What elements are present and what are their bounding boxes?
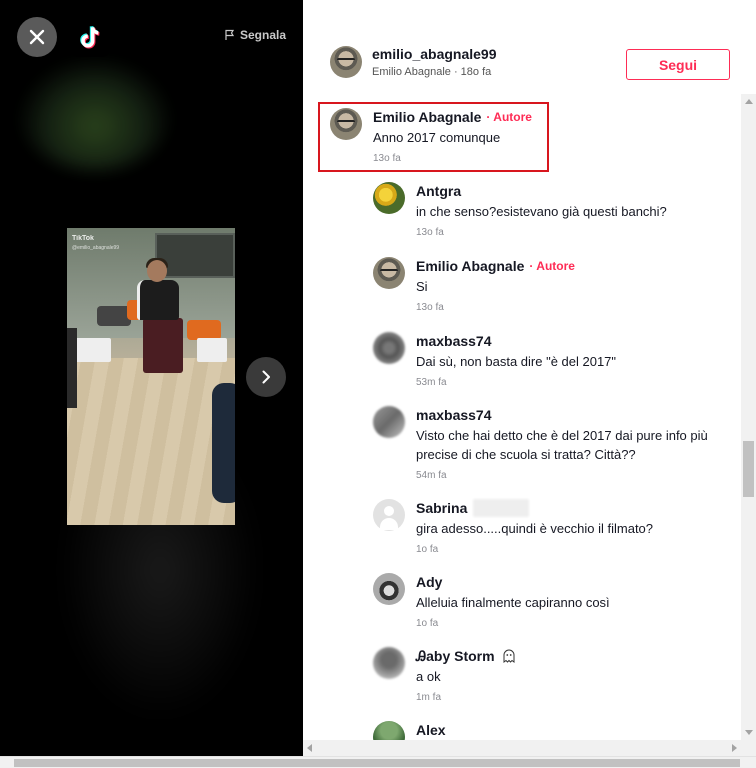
desk (197, 338, 227, 362)
commenter-name[interactable]: maxbass74 (416, 333, 492, 349)
scroll-up-arrow-icon[interactable] (745, 99, 753, 104)
desk (75, 338, 111, 362)
next-video-button[interactable] (246, 357, 286, 397)
blurred-surname (473, 499, 530, 517)
author-username[interactable]: emilio_abagnale99 (372, 46, 497, 62)
comment-reply: Sabrina gira adesso.....quindi è vecchio… (373, 499, 653, 555)
video-watermark-user: @emilio_abagnale99 (72, 245, 120, 251)
comment-reply: Ady Alleluia finalmente capiranno così 1… (373, 573, 610, 629)
chevron-right-icon (262, 370, 270, 384)
person-left-edge (67, 328, 77, 408)
commenter-name[interactable]: Ꭿaby Storm (416, 648, 495, 665)
scrollbar-corner (741, 740, 756, 756)
author-avatar[interactable] (330, 46, 362, 78)
video-watermark-brand: TikTok (72, 235, 94, 242)
tiktok-logo-icon[interactable] (70, 17, 110, 57)
blurred-background (20, 60, 170, 170)
comment-time: 13o fa (373, 153, 401, 164)
page-scrollbar-thumb[interactable] (14, 759, 740, 767)
commenter-name[interactable]: maxbass74 (416, 407, 492, 423)
student-figure (137, 258, 183, 373)
comment-item: Emilio Abagnale · Autore Anno 2017 comun… (330, 108, 532, 164)
comment-text-line1: Visto che hai detto che è del 2017 dai p… (416, 428, 708, 443)
comment-reply: Ꭿaby Storm a ok 1m fa (373, 647, 517, 703)
close-button[interactable] (17, 17, 57, 57)
student-seated (97, 306, 131, 326)
video-thumbnail[interactable]: TikTok @emilio_abagnale99 (67, 228, 235, 525)
comment-text: Anno 2017 comunque (373, 130, 501, 145)
author-subtitle: Emilio Abagnale · 18o fa (372, 66, 492, 78)
comment-time: 13o fa (416, 302, 444, 313)
comment-reply: Alex (373, 721, 446, 740)
comment-text: Alleluia finalmente capiranno così (416, 595, 610, 610)
commenter-name[interactable]: Ady (416, 574, 442, 590)
commenter-avatar[interactable] (330, 108, 362, 140)
comment-text: Dai sù, non basta dire "è del 2017" (416, 354, 617, 369)
comment-text: in che senso?esistevano già questi banch… (416, 204, 667, 219)
comment-time: 53m fa (416, 377, 447, 388)
comment-text-line2: precise di che scuola si tratta? Città?? (416, 447, 636, 462)
author-tag: · Autore (529, 259, 575, 273)
scroll-left-arrow-icon[interactable] (307, 744, 312, 752)
commenter-name[interactable]: Emilio Abagnale (373, 109, 481, 125)
comment-reply: maxbass74 Visto che hai detto che è del … (373, 406, 708, 481)
panel-horizontal-scrollbar[interactable] (303, 740, 741, 756)
comments-panel: emilio_abagnale99 Emilio Abagnale · 18o … (303, 0, 756, 756)
commenter-avatar[interactable] (373, 647, 405, 679)
classroom-floor (67, 358, 235, 525)
report-button[interactable]: Segnala (224, 28, 286, 42)
vertical-scrollbar[interactable] (741, 94, 756, 740)
comment-time: 1m fa (416, 692, 442, 703)
comment-reply: Antgra in che senso?esistevano già quest… (373, 182, 667, 238)
comment-time: 13o fa (416, 227, 444, 238)
comment-text: Si (416, 279, 428, 294)
commenter-avatar[interactable] (373, 257, 405, 289)
follow-button[interactable]: Segui (626, 49, 730, 80)
default-avatar-icon[interactable] (373, 499, 405, 531)
commenter-avatar[interactable] (373, 573, 405, 605)
comment-reply: maxbass74 Dai sù, non basta dire "è del … (373, 332, 616, 388)
commenter-avatar[interactable] (373, 721, 405, 740)
scroll-down-arrow-icon[interactable] (745, 730, 753, 735)
commenter-avatar[interactable] (373, 406, 405, 438)
commenter-name[interactable]: Alex (416, 722, 446, 738)
commenter-name[interactable]: Antgra (416, 183, 461, 199)
scrollbar-thumb[interactable] (743, 441, 754, 497)
report-label: Segnala (240, 28, 287, 42)
commenter-name[interactable]: Sabrina (416, 500, 467, 516)
ghost-emoji-icon (503, 649, 515, 663)
scroll-right-arrow-icon[interactable] (732, 744, 737, 752)
page-horizontal-scrollbar[interactable] (0, 756, 756, 768)
comment-time: 1o fa (416, 544, 439, 555)
comment-time: 54m fa (416, 470, 447, 481)
commenter-avatar[interactable] (373, 182, 405, 214)
comment-text: gira adesso.....quindi è vecchio il film… (416, 521, 654, 536)
author-tag: · Autore (486, 110, 532, 124)
comment-text: a ok (416, 669, 441, 684)
commenter-name[interactable]: Emilio Abagnale (416, 258, 524, 274)
author-header: emilio_abagnale99 Emilio Abagnale · 18o … (330, 46, 497, 78)
person-right-edge (212, 383, 235, 503)
chair (187, 320, 221, 340)
flag-icon (225, 29, 235, 40)
commenter-avatar[interactable] (373, 332, 405, 364)
comment-list: Emilio Abagnale · Autore Anno 2017 comun… (303, 96, 743, 740)
comment-reply: Emilio Abagnale · Autore Si 13o fa (373, 257, 575, 313)
video-panel: Segnala TikTok @emilio_abagnale99 (0, 0, 303, 756)
close-icon (29, 29, 45, 45)
comment-time: 1o fa (416, 618, 439, 629)
